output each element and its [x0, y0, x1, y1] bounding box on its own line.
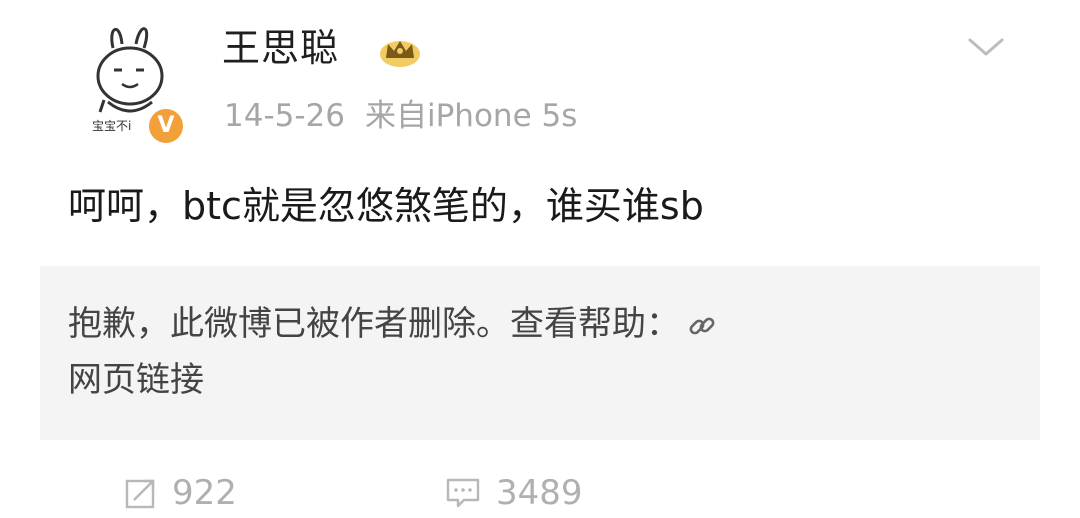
- link-icon[interactable]: [686, 310, 718, 342]
- username[interactable]: 王思聪: [222, 24, 339, 72]
- weibo-post-card: 宝宝不i V 王思聪 14-5-26 来自iPhone 5s 呵呵，btc就是忽悠…: [0, 0, 1080, 513]
- post-date: 14-5-26: [224, 98, 345, 134]
- deleted-notice: 抱歉，此微博已被作者删除。查看帮助：: [68, 304, 680, 344]
- repost-icon: [125, 479, 155, 509]
- avatar-caption: 宝宝不i: [92, 119, 131, 133]
- post-source: 来自iPhone 5s: [365, 98, 578, 134]
- post-text: 呵呵，btc就是忽悠煞笔的，谁买谁sb: [68, 184, 704, 228]
- web-link[interactable]: 网页链接: [68, 360, 204, 400]
- chevron-down-icon[interactable]: [966, 36, 1006, 60]
- deleted-notice-block: 抱歉，此微博已被作者删除。查看帮助： 网页链接: [68, 296, 988, 408]
- deleted-repost-box: 抱歉，此微博已被作者删除。查看帮助： 网页链接: [40, 266, 1040, 440]
- repost-count: 922: [172, 473, 237, 513]
- crown-icon: [380, 41, 420, 67]
- verified-badge-icon: V: [146, 106, 186, 146]
- verified-mark: V: [157, 113, 175, 138]
- post-meta: 14-5-26 来自iPhone 5s: [224, 96, 577, 136]
- comment-icon: [446, 478, 480, 508]
- comment-count: 3489: [496, 473, 583, 513]
